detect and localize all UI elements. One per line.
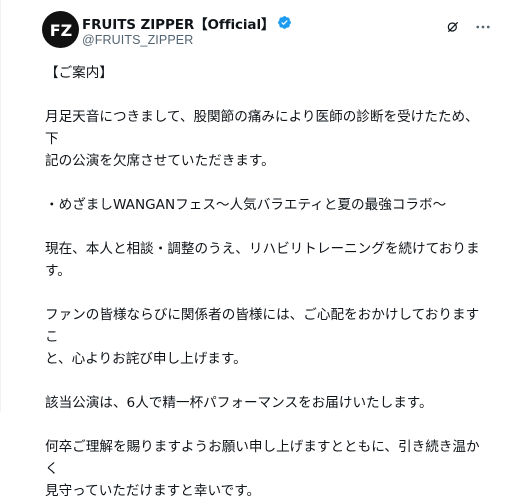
- tweet-line: 月足天音につきまして、股関節の痛みにより医師の診断を受けたため、下: [45, 109, 479, 147]
- tweet-line: ・めざましWANGANフェス〜人気バラエティと夏の最強コラボ〜: [45, 197, 447, 213]
- account-handle[interactable]: @FRUITS_ZIPPER: [82, 33, 292, 47]
- tweet-line: 記の公演を欠席させていただきます。: [45, 153, 275, 169]
- tweet-actions: [436, 14, 496, 40]
- tweet-line: 【ご案内】: [45, 65, 113, 81]
- tweet-text: 【ご案内】 月足天音につきまして、股関節の痛みにより医師の診断を受けたため、下 …: [45, 62, 491, 502]
- tweet-line: と、心よりお詫び申し上げます。: [45, 351, 247, 367]
- account-names: FRUITS ZIPPER【Official】 @FRUITS_ZIPPER: [82, 14, 292, 47]
- tweet-line: ファンの皆様ならびに関係者の皆様には、ご心配をおかけしておりますこ: [45, 307, 480, 345]
- verified-badge-icon: [277, 15, 292, 30]
- grok-icon[interactable]: [440, 14, 466, 40]
- tweet-card: FZ FRUITS ZIPPER【Official】 @FRUITS_ZIPPE…: [0, 0, 510, 499]
- svg-text:FZ: FZ: [49, 21, 72, 40]
- avatar[interactable]: FZ: [42, 11, 79, 48]
- tweet-line: 該当公演は、6人で精一杯パフォーマンスをお届けいたします。: [45, 395, 433, 411]
- fz-logo-icon: FZ: [49, 21, 72, 40]
- tweet-line: 見守っていただけますと幸いです。: [45, 483, 261, 499]
- tweet-line: す。: [45, 263, 71, 279]
- display-name[interactable]: FRUITS ZIPPER【Official】: [82, 13, 274, 33]
- more-options-icon[interactable]: [470, 14, 496, 40]
- tweet-line: 何卒ご理解を賜りますようお願い申し上げますとともに、引き続き温かく: [45, 439, 480, 477]
- display-name-row: FRUITS ZIPPER【Official】: [82, 13, 292, 33]
- tweet-line: 現在、本人と相談・調整のうえ、リハビリトレーニングを続けておりま: [45, 241, 480, 257]
- tweet-header: FZ FRUITS ZIPPER【Official】 @FRUITS_ZIPPE…: [42, 10, 500, 54]
